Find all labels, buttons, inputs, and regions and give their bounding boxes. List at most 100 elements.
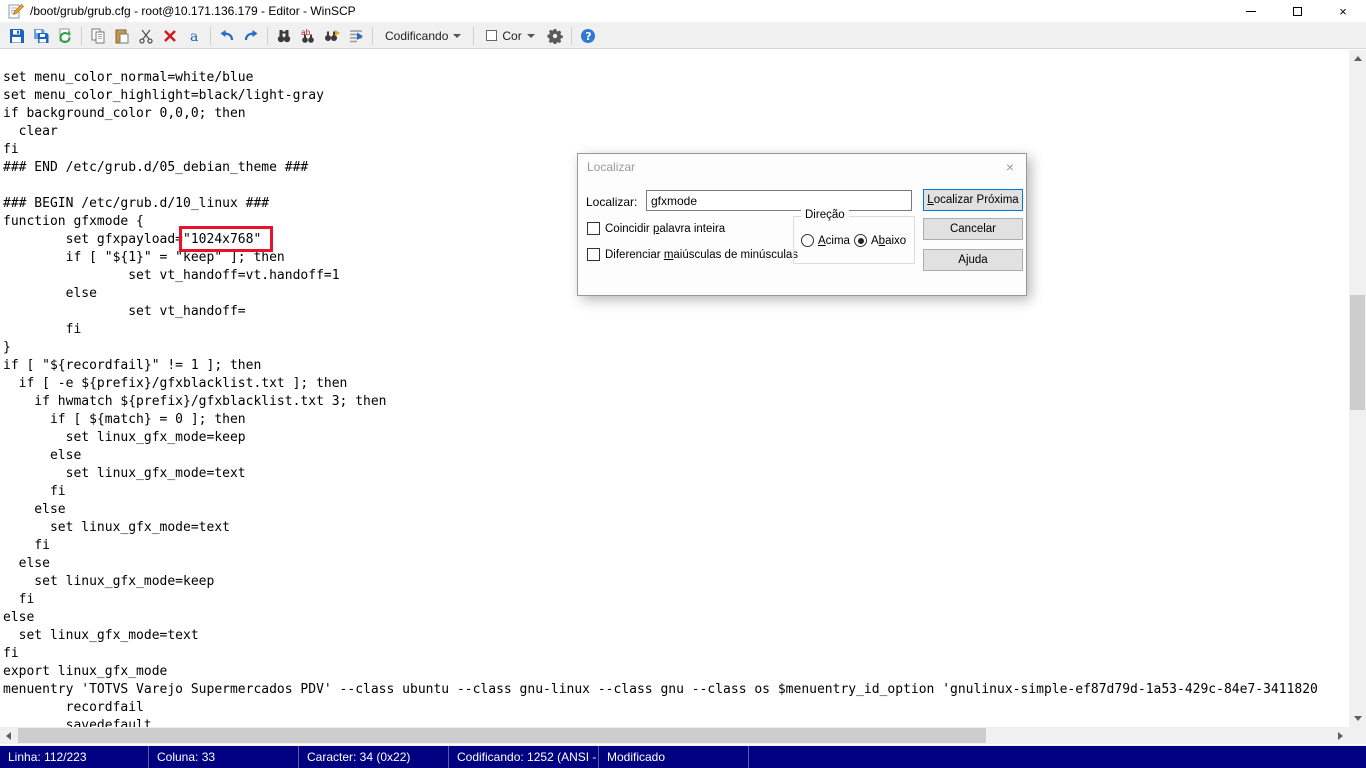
editor-app-icon — [8, 4, 24, 19]
match-case-checkbox[interactable]: Diferenciar maiúsculas de minúsculas — [587, 248, 798, 261]
cut-icon — [139, 29, 153, 44]
triangle-up-icon — [1353, 56, 1362, 61]
reload-button[interactable] — [53, 25, 77, 47]
scroll-right-button[interactable] — [1332, 727, 1349, 744]
copy-icon — [91, 28, 105, 43]
find-button[interactable] — [272, 25, 296, 47]
button-label: Localizar Próxima — [927, 194, 1019, 206]
editor-content-area[interactable]: set menu_color_normal=white/blue set men… — [0, 50, 1349, 727]
find-dialog-titlebar[interactable]: Localizar × — [578, 154, 1026, 180]
find-dialog: Localizar × Localizar: Localizar Próxima… — [577, 153, 1027, 296]
find-next-button[interactable]: Localizar Próxima — [923, 189, 1023, 211]
toolbar-separator — [267, 26, 268, 45]
cancel-button[interactable]: Cancelar — [923, 218, 1023, 240]
save-all-button[interactable] — [29, 25, 53, 47]
save-icon — [10, 28, 24, 43]
status-line-indicator: Linha: 112/223 — [0, 746, 149, 768]
minimize-button[interactable] — [1228, 0, 1274, 23]
find-next-icon — [325, 29, 340, 41]
chevron-down-icon — [453, 33, 462, 38]
scrollbar-corner — [1349, 727, 1366, 744]
toolbar-separator — [81, 26, 82, 45]
status-bar: Linha: 112/223 Coluna: 33 Caracter: 34 (… — [0, 745, 1366, 768]
copy-button[interactable] — [86, 25, 110, 47]
scroll-down-button[interactable] — [1349, 710, 1366, 727]
color-swatch-icon — [486, 30, 498, 41]
match-case-label: Diferenciar maiúsculas de minúsculas — [605, 248, 799, 261]
goto-line-icon — [350, 29, 363, 42]
title-bar[interactable]: /boot/grub/grub.cfg - root@10.171.136.17… — [0, 0, 1366, 23]
horizontal-scroll-thumb[interactable] — [18, 728, 986, 743]
button-label: Cancelar — [949, 223, 997, 235]
help-button[interactable]: ? — [576, 25, 600, 47]
editor-toolbar: a ab Codificando Cor ? — [0, 23, 1366, 49]
maximize-button[interactable] — [1274, 0, 1320, 23]
replace-icon: ab — [301, 28, 314, 43]
goto-line-button[interactable] — [344, 25, 368, 47]
svg-text:a: a — [190, 29, 198, 44]
toolbar-separator — [473, 26, 475, 45]
undo-button[interactable] — [215, 25, 239, 47]
find-input[interactable] — [646, 190, 912, 211]
find-icon — [277, 29, 291, 42]
save-button[interactable] — [5, 25, 29, 47]
toolbar-separator — [570, 26, 572, 45]
find-field-label: Localizar: — [586, 195, 638, 209]
window-title: /boot/grub/grub.cfg - root@10.171.136.17… — [30, 4, 356, 18]
checkbox-icon[interactable] — [587, 248, 600, 261]
encoding-dropdown[interactable]: Codificando — [377, 25, 469, 47]
delete-button[interactable] — [158, 25, 182, 47]
status-modified-indicator: Modificado — [599, 746, 749, 768]
radio-icon[interactable] — [801, 234, 814, 247]
redo-icon — [244, 29, 258, 40]
close-button[interactable]: × — [1320, 0, 1366, 23]
direction-down-label: Abaixo — [871, 234, 907, 247]
checkbox-icon[interactable] — [587, 222, 600, 235]
close-icon: × — [1005, 159, 1015, 175]
cut-button[interactable] — [134, 25, 158, 47]
paste-icon — [115, 28, 129, 43]
gear-icon — [547, 28, 563, 44]
find-next-button-toolbar[interactable] — [320, 25, 344, 47]
select-all-button[interactable]: a — [182, 25, 206, 47]
status-bar-filler — [749, 746, 1366, 768]
direction-down-radio[interactable]: Abaixo — [854, 234, 906, 247]
close-icon: × — [1339, 4, 1347, 19]
radio-checked-icon[interactable] — [854, 234, 867, 247]
redo-button[interactable] — [239, 25, 263, 47]
find-dialog-close-button[interactable]: × — [994, 154, 1026, 180]
triangle-down-icon — [1353, 716, 1362, 721]
help-icon: ? — [580, 28, 595, 43]
color-dropdown-label: Cor — [502, 28, 522, 43]
button-label: Ajuda — [958, 254, 988, 266]
svg-text:?: ? — [585, 30, 591, 43]
reload-icon — [59, 28, 71, 43]
toolbar-separator — [372, 26, 373, 45]
vertical-scrollbar[interactable] — [1349, 50, 1366, 727]
vertical-scroll-thumb[interactable] — [1350, 295, 1365, 410]
winscp-editor-window: /boot/grub/grub.cfg - root@10.171.136.17… — [0, 0, 1366, 768]
maximize-icon — [1292, 7, 1302, 16]
direction-up-label: Acima — [818, 234, 850, 247]
status-encoding-indicator: Codificando: 1252 (ANSI - — [449, 746, 599, 768]
delete-icon — [164, 29, 176, 42]
paste-button[interactable] — [110, 25, 134, 47]
save-all-icon — [34, 28, 49, 43]
encoding-dropdown-label: Codificando — [385, 28, 449, 43]
whole-word-label: Coincidir palavra inteira — [605, 222, 726, 235]
preferences-button[interactable] — [543, 25, 567, 47]
triangle-left-icon — [6, 731, 11, 740]
select-all-icon: a — [190, 29, 198, 44]
scroll-up-button[interactable] — [1349, 50, 1366, 67]
direction-up-radio[interactable]: Acima — [801, 234, 850, 247]
undo-icon — [220, 29, 234, 40]
scroll-left-button[interactable] — [0, 727, 17, 744]
help-dialog-button[interactable]: Ajuda — [923, 249, 1023, 271]
triangle-right-icon — [1338, 731, 1343, 740]
direction-group-label: Direção — [801, 209, 849, 221]
whole-word-checkbox[interactable]: Coincidir palavra inteira — [587, 222, 725, 235]
color-dropdown[interactable]: Cor — [478, 25, 542, 47]
toolbar-separator — [210, 26, 211, 45]
horizontal-scrollbar[interactable] — [0, 727, 1349, 744]
replace-button[interactable]: ab — [296, 25, 320, 47]
